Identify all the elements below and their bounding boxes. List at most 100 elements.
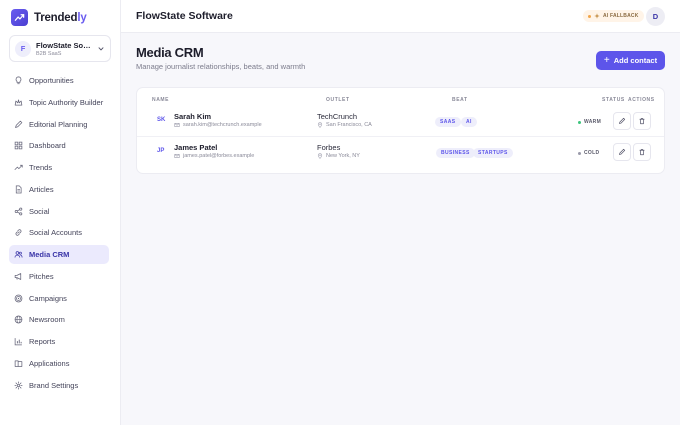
sidebar-item-campaigns[interactable]: Campaigns xyxy=(9,289,109,308)
sidebar-item-social[interactable]: Social xyxy=(9,202,109,221)
topbar-title: FlowState Software xyxy=(136,10,233,22)
contact-initials: SK xyxy=(157,117,166,123)
workspace-name: FlowState Software xyxy=(36,40,92,50)
pen-icon xyxy=(15,120,23,128)
sidebar-item-label: Social Accounts xyxy=(29,228,82,238)
contacts-table: NAME OUTLET BEAT STATUS ACTIONS SK Sarah… xyxy=(136,87,665,174)
logo-trend-icon xyxy=(11,9,28,26)
sidebar: Trendedly F FlowState Software B2B SaaS … xyxy=(0,0,121,425)
sidebar-item-label: Applications xyxy=(29,358,70,368)
sidebar-item-pitches[interactable]: Pitches xyxy=(9,267,109,286)
sidebar-item-reports[interactable]: Reports xyxy=(9,332,109,351)
contact-location-text: New York, NY xyxy=(326,153,360,159)
contact-location: San Francisco, CA xyxy=(317,122,372,128)
pencil-icon xyxy=(619,117,626,124)
sidebar-item-label: Brand Settings xyxy=(29,380,79,390)
share-icon xyxy=(14,207,23,215)
map-pin-icon xyxy=(317,153,323,159)
link-icon xyxy=(15,229,22,236)
workspace-switcher[interactable]: F FlowState Software B2B SaaS xyxy=(9,35,111,62)
users-icon xyxy=(14,251,23,258)
mail-icon xyxy=(174,154,180,158)
trash-icon xyxy=(639,118,645,125)
sidebar-item-opportunities[interactable]: Opportunities xyxy=(9,71,109,90)
sidebar-item-applications[interactable]: Applications xyxy=(9,354,109,373)
sidebar-item-newsroom[interactable]: Newsroom xyxy=(9,310,109,329)
status-label: COLD xyxy=(584,150,600,156)
lightbulb-icon xyxy=(15,76,22,85)
table-row[interactable]: SK Sarah Kim sarah.kim@techcrunch.exampl… xyxy=(137,107,664,137)
table-row[interactable]: JP James Patel james.patel@forbes.exampl… xyxy=(137,138,664,168)
status-badge: COLD xyxy=(578,148,599,158)
contact-name[interactable]: James Patel xyxy=(174,143,217,152)
delete-button[interactable] xyxy=(633,143,651,161)
contact-name[interactable]: Sarah Kim xyxy=(174,112,211,121)
sparkle-icon xyxy=(594,13,600,19)
contact-email: sarah.kim@techcrunch.example xyxy=(174,122,262,128)
status-label: WARM xyxy=(584,119,602,125)
contact-outlet: Forbes xyxy=(317,143,341,152)
edit-button[interactable] xyxy=(613,143,631,161)
brand-logo[interactable]: Trendedly xyxy=(11,9,87,26)
sidebar-item-editorial-planning[interactable]: Editorial Planning xyxy=(9,115,109,134)
chart-icon xyxy=(14,338,22,346)
contact-email-text: james.patel@forbes.example xyxy=(183,153,255,159)
sidebar-item-label: Social xyxy=(29,206,50,216)
beat-tag: BUSINESS xyxy=(436,148,475,158)
sidebar-item-media-crm[interactable]: Media CRM xyxy=(9,245,109,264)
globe-icon xyxy=(14,315,23,324)
delete-button[interactable] xyxy=(633,112,651,130)
column-header-beat: BEAT xyxy=(452,97,468,103)
contact-email: james.patel@forbes.example xyxy=(174,153,254,159)
target-icon xyxy=(14,294,23,302)
chevron-down-icon xyxy=(98,46,104,50)
sidebar-item-social-accounts[interactable]: Social Accounts xyxy=(9,223,109,242)
topbar: FlowState Software AI FALLBACK D xyxy=(121,0,680,33)
sidebar-item-label: Articles xyxy=(29,184,54,194)
contact-email-text: sarah.kim@techcrunch.example xyxy=(183,122,262,128)
status-dot-icon xyxy=(578,120,581,124)
contact-outlet: TechCrunch xyxy=(317,112,358,121)
sidebar-item-brand-settings[interactable]: Brand Settings xyxy=(9,376,109,395)
column-header-status: STATUS xyxy=(602,97,625,103)
page-subtitle: Manage journalist relationships, beats, … xyxy=(136,62,306,71)
sidebar-item-label: Newsroom xyxy=(29,315,65,325)
grid-icon xyxy=(14,142,23,150)
sidebar-item-label: Topic Authority Builder xyxy=(29,97,104,107)
contact-location-text: San Francisco, CA xyxy=(326,122,372,128)
sidebar-item-trends[interactable]: Trends xyxy=(9,158,109,177)
beat-tag: STARTUPS xyxy=(473,148,513,158)
add-contact-label: Add contact xyxy=(613,56,658,65)
sidebar-item-dashboard[interactable]: Dashboard xyxy=(9,136,109,155)
page-title: Media CRM xyxy=(136,45,204,60)
apps-icon xyxy=(14,360,23,367)
sidebar-item-label: Reports xyxy=(29,337,56,346)
sidebar-item-label: Media CRM xyxy=(29,250,70,259)
map-pin-icon xyxy=(317,122,323,128)
workspace-avatar: F xyxy=(15,40,31,57)
contact-location: New York, NY xyxy=(317,153,360,159)
sidebar-item-label: Opportunities xyxy=(29,76,74,85)
ai-fallback-badge: AI FALLBACK xyxy=(583,10,644,22)
sidebar-item-label: Trends xyxy=(29,163,53,172)
trash-icon xyxy=(639,149,645,156)
status-dot-icon xyxy=(578,151,581,155)
column-header-outlet: OUTLET xyxy=(326,97,350,103)
column-header-actions: ACTIONS xyxy=(628,97,655,103)
status-badge: WARM xyxy=(578,117,601,127)
sidebar-nav: Opportunities Topic Authority Builder Ed… xyxy=(9,71,109,397)
user-avatar[interactable]: D xyxy=(646,7,665,26)
trend-icon xyxy=(14,164,23,171)
status-dot-icon xyxy=(588,14,591,18)
brand-name: Trendedly xyxy=(34,11,87,24)
beat-tag: AI xyxy=(461,117,477,127)
sidebar-item-articles[interactable]: Articles xyxy=(9,180,109,199)
sidebar-item-topic-authority-builder[interactable]: Topic Authority Builder xyxy=(9,93,109,112)
edit-button[interactable] xyxy=(613,112,631,130)
add-contact-button[interactable]: + Add contact xyxy=(596,51,665,70)
beat-tag: SAAS xyxy=(435,117,461,127)
workspace-subtitle: B2B SaaS xyxy=(36,50,62,57)
megaphone-icon xyxy=(14,272,22,280)
mail-icon xyxy=(174,123,180,127)
pencil-icon xyxy=(619,148,626,155)
